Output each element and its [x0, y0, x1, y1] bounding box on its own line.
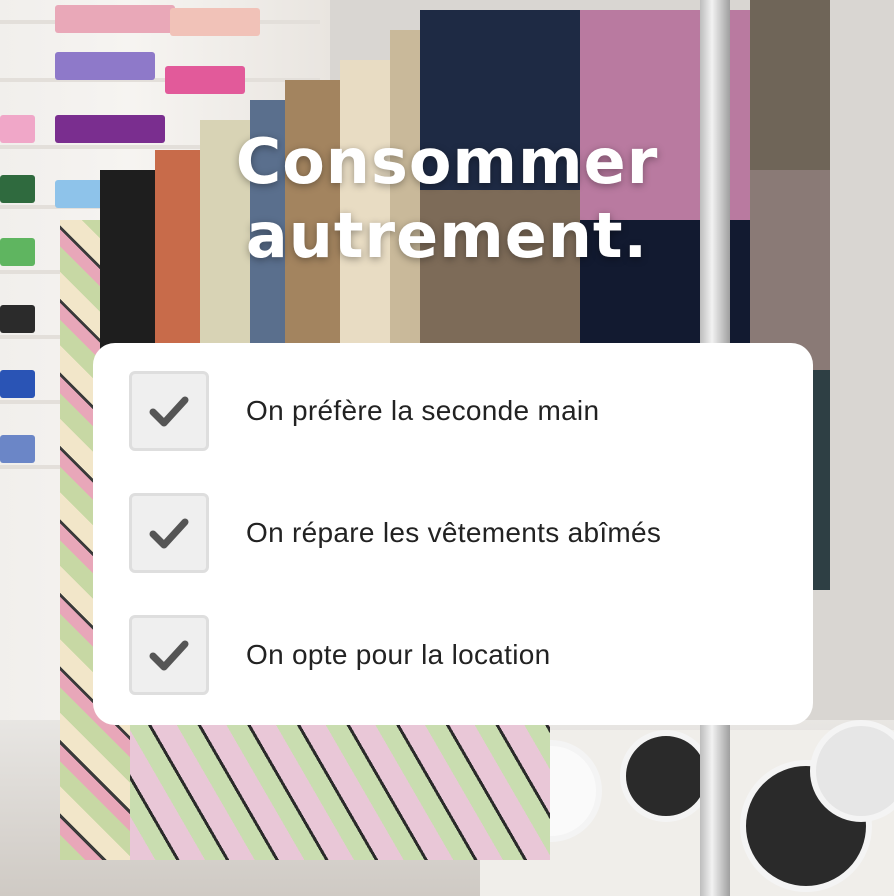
checklist-item-label: On répare les vêtements abîmés [246, 517, 662, 548]
checklist-item-label: On préfère la seconde main [246, 395, 600, 426]
checkbox[interactable] [129, 493, 209, 573]
ribbon-spool [0, 370, 35, 398]
title-line-1: Consommer [235, 125, 659, 198]
ribbon-spool [170, 8, 260, 36]
checklist-item: On préfère la seconde main [129, 368, 599, 454]
ribbon-spool [55, 5, 175, 33]
checklist-card: On préfère la seconde main On répare les… [93, 343, 813, 725]
checkbox[interactable] [129, 371, 209, 451]
ribbon-spool [0, 435, 35, 463]
title-line-2: autrement. [245, 199, 649, 272]
checkmark-icon [149, 396, 189, 427]
checklist-item: On répare les vêtements abîmés [129, 490, 661, 576]
page-title: Consommer autrement. [0, 125, 894, 273]
checkbox[interactable] [129, 615, 209, 695]
promo-image: Consommer autrement. On préfère la secon… [0, 0, 894, 896]
checklist-item: On opte pour la location [129, 612, 551, 698]
ribbon-spool [0, 305, 35, 333]
checkmark-icon [149, 518, 189, 549]
checkmark-icon [149, 640, 189, 671]
checklist-item-label: On opte pour la location [246, 639, 551, 670]
